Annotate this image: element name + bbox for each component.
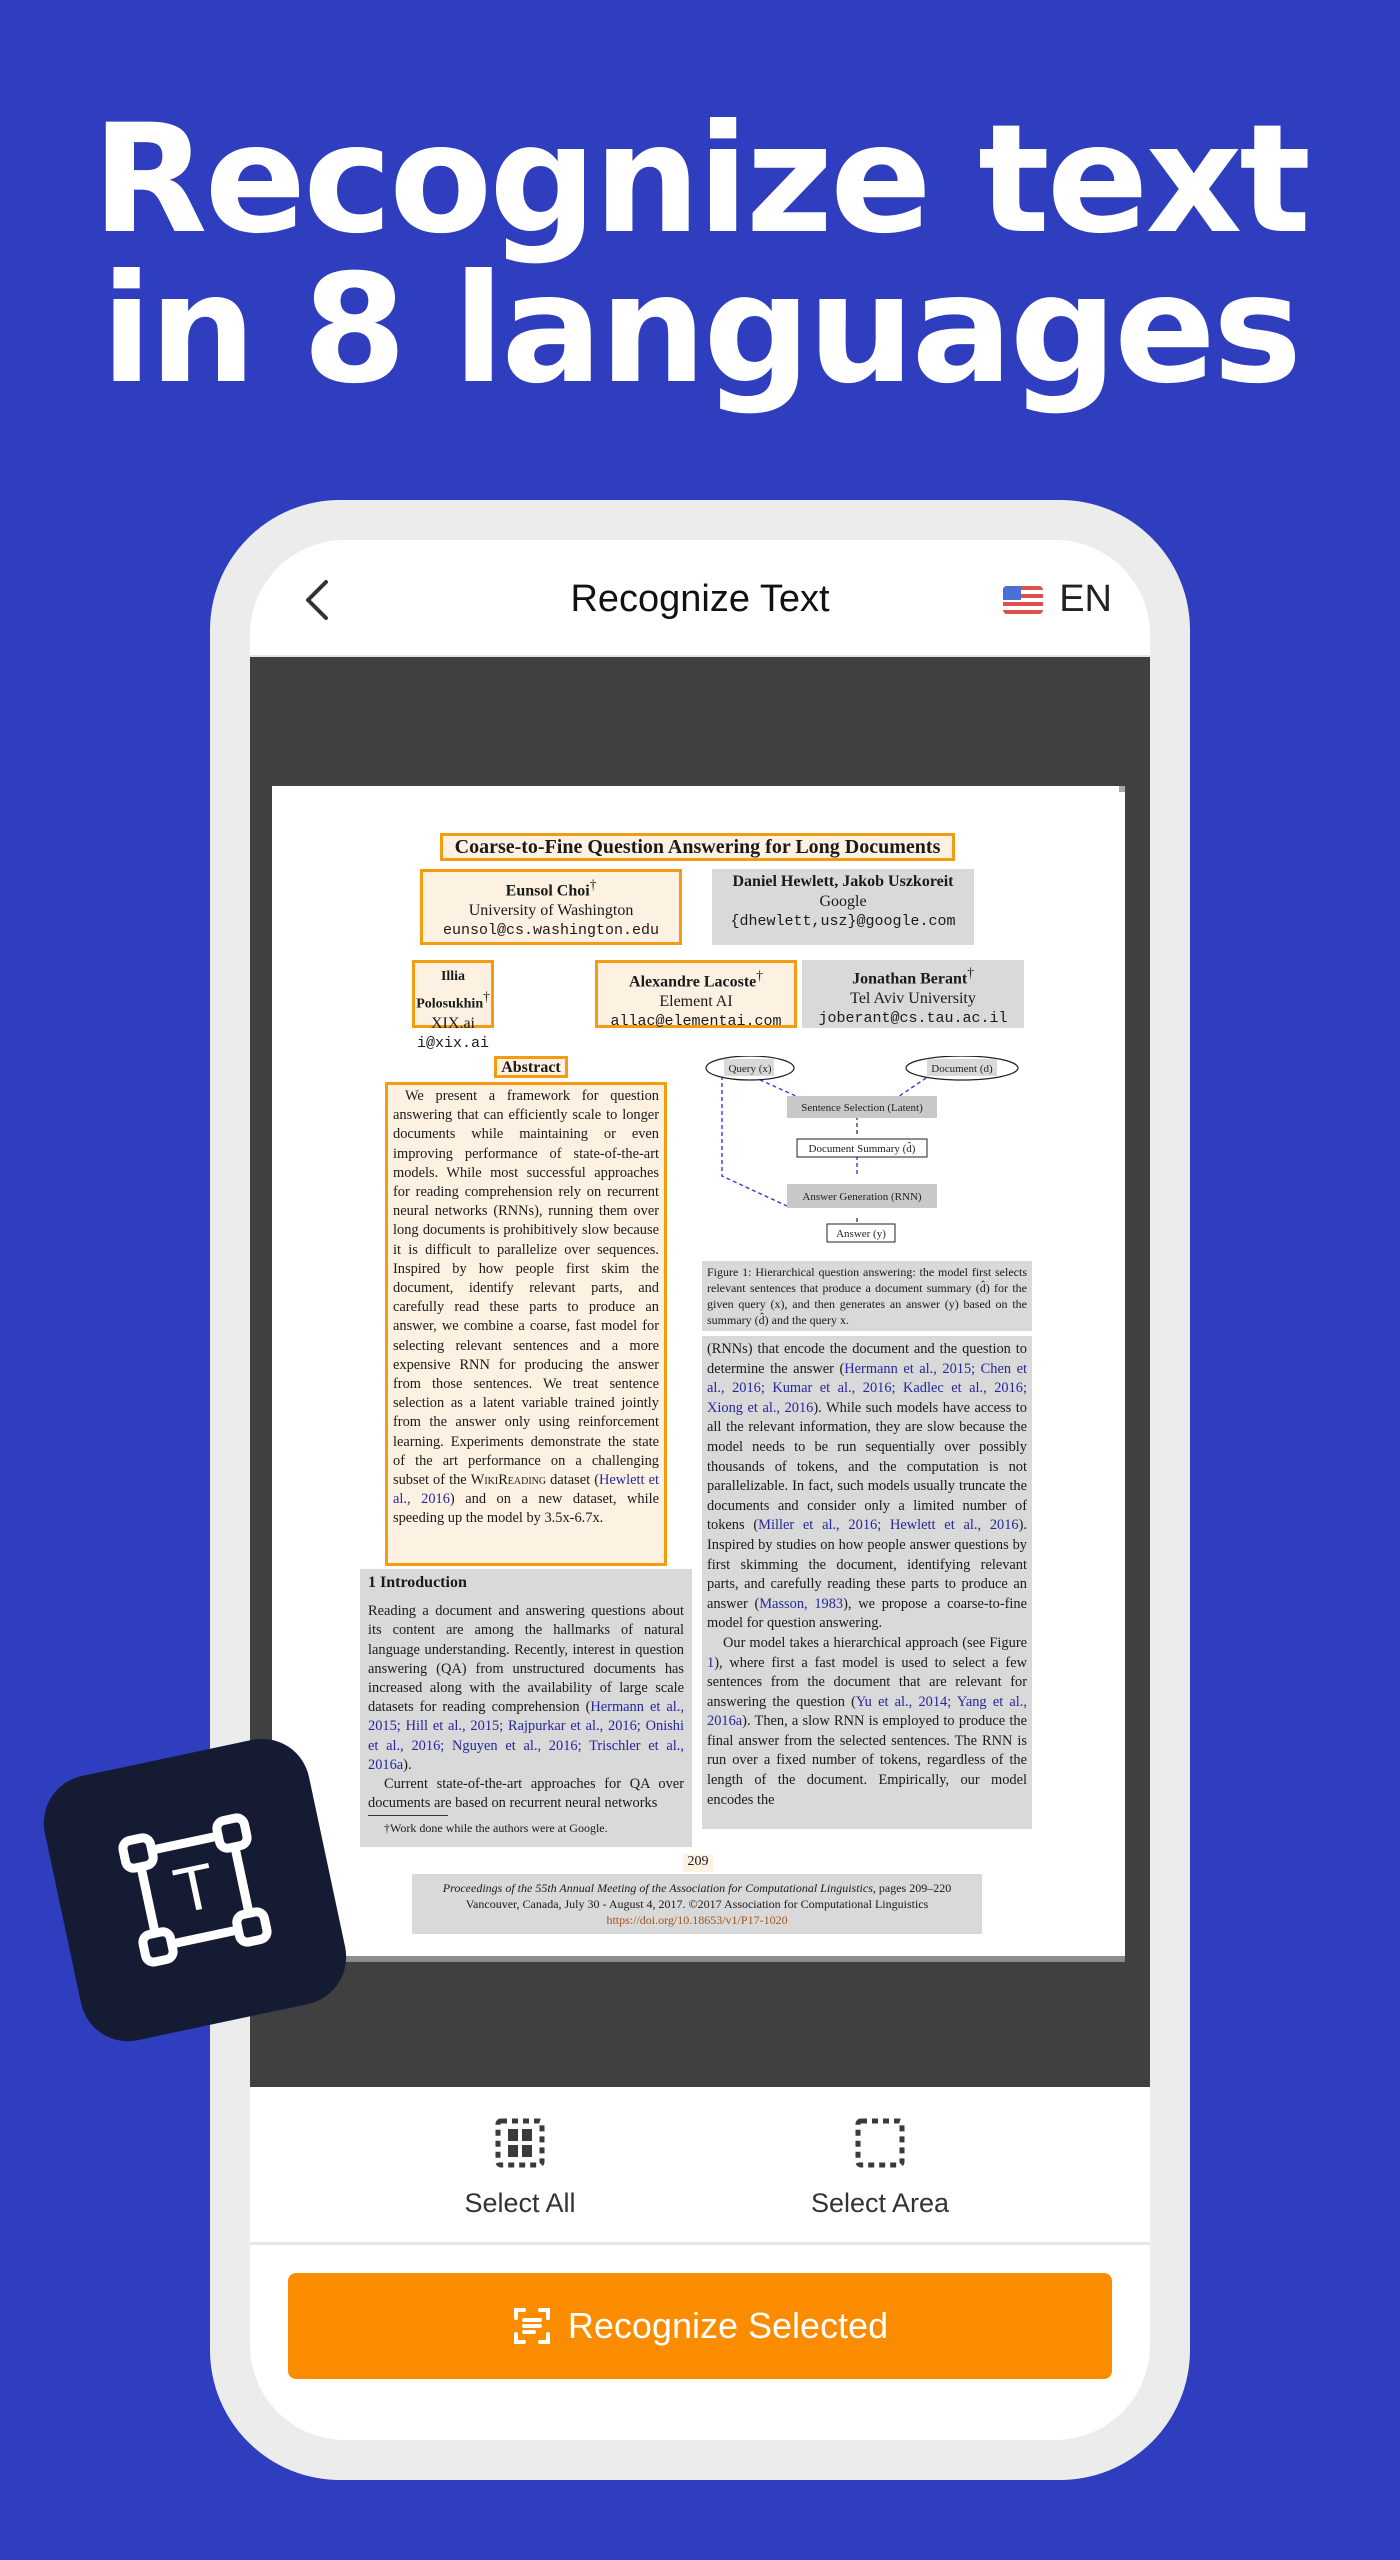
author-name: Eunsol Choi	[505, 882, 590, 900]
svg-text:Answer Generation (RNN): Answer Generation (RNN)	[802, 1191, 921, 1203]
text-block-author[interactable]: Alexandre Lacoste† Element AI allac@elem…	[595, 960, 797, 1030]
text-block-author[interactable]: Daniel Hewlett, Jakob Uszkoreit Google {…	[712, 869, 974, 945]
recognize-selected-label: Recognize Selected	[567, 2305, 889, 2346]
text-block-introduction[interactable]: 1 Introduction Reading a document and an…	[360, 1569, 692, 1847]
select-area-button[interactable]: Select Area	[760, 2117, 1000, 2219]
author-affiliation: Google	[819, 893, 867, 910]
recognize-selected-button[interactable]: Recognize Selected	[288, 2273, 1112, 2379]
text-select-icon: T	[118, 1813, 272, 1967]
language-code: EN	[1059, 578, 1112, 620]
author-mark: †	[967, 965, 974, 980]
author-mark: †	[756, 968, 763, 983]
language-selector[interactable]: EN	[1003, 578, 1112, 621]
figure-node-document: Document (d)	[905, 1056, 1019, 1081]
intro-text: ).	[403, 1756, 412, 1773]
author-name: Daniel Hewlett, Jakob Uszkoreit	[732, 873, 954, 890]
author-affiliation: Element AI	[659, 993, 733, 1011]
section-heading: 1 Introduction	[368, 1574, 467, 1591]
document-viewer[interactable]: Coarse-to-Fine Question Answering for Lo…	[250, 657, 1150, 2087]
text-block-author[interactable]: Eunsol Choi† University of Washington eu…	[420, 869, 682, 945]
us-flag-icon	[1003, 585, 1044, 614]
abstract-text: dataset (	[546, 1472, 599, 1489]
app-screen: Recognize Text EN Coarse-to-Fine Questio…	[250, 540, 1150, 2440]
proceedings-pages: , pages 209–220	[872, 1881, 952, 1895]
body-text: ). Then, a slow RNN is employed to produ…	[707, 1713, 1027, 1808]
dataset-name: WikiReading	[470, 1472, 547, 1489]
text-block-author[interactable]: Jonathan Berant† Tel Aviv University job…	[802, 960, 1024, 1028]
body-text: Our model takes a hierarchical approach …	[723, 1634, 1027, 1651]
author-affiliation: University of Washington	[468, 902, 634, 920]
author-affiliation: Tel Aviv University	[850, 990, 976, 1008]
author-name: Illia Polosukhin	[416, 969, 484, 1012]
author-affiliation: XIX.ai	[431, 1015, 475, 1033]
figure-node-answer: Answer (y)	[826, 1223, 896, 1243]
promo-headline: Recognize text in 8 languages	[0, 105, 1400, 405]
author-name: Alexandre Lacoste	[629, 973, 757, 991]
figure-node-generation: Answer Generation (RNN)	[787, 1184, 937, 1208]
headline-line-1: Recognize text	[92, 93, 1311, 267]
footnote: †Work done while the authors were at Goo…	[384, 1821, 608, 1836]
intro-text: Current state-of-the-art approaches for …	[368, 1776, 684, 1812]
figure-node-query: Query (x)	[705, 1056, 795, 1081]
svg-text:Sentence Selection (Latent): Sentence Selection (Latent)	[801, 1102, 923, 1114]
headline-line-2: in 8 languages	[100, 243, 1302, 417]
page-corner-handle	[1119, 786, 1125, 792]
select-area-icon	[855, 2118, 905, 2168]
select-all-label: Select All	[464, 2188, 576, 2218]
svg-text:Document Summary (d̂): Document Summary (d̂)	[809, 1141, 916, 1155]
text-block-figure-caption[interactable]: Figure 1: Hierarchical question answerin…	[702, 1261, 1032, 1331]
author-name: Jonathan Berant	[852, 970, 968, 988]
app-badge: T	[34, 1729, 356, 2051]
text-block-author[interactable]: Illia Polosukhin† XIX.ai i@xix.ai	[412, 960, 494, 1052]
author-email: i@xix.ai	[416, 1035, 489, 1053]
page-number[interactable]: 209	[683, 1854, 713, 1872]
author-email: allac@elementai.com	[610, 1013, 782, 1031]
author-mark: †	[483, 989, 490, 1004]
footnote-divider	[368, 1815, 448, 1817]
selection-toolbar: Select All Select Area	[250, 2087, 1150, 2245]
text-block-proceedings[interactable]: Proceedings of the 55th Annual Meeting o…	[412, 1874, 982, 1934]
document-page: Coarse-to-Fine Question Answering for Lo…	[272, 786, 1125, 1956]
text-block-right-column[interactable]: (RNNs) that encode the document and the …	[702, 1336, 1032, 1829]
svg-text:Query (x): Query (x)	[728, 1063, 771, 1075]
svg-text:T: T	[169, 1852, 221, 1928]
abstract-text: We present a framework for question answ…	[393, 1088, 659, 1489]
citation-link[interactable]: Masson, 1983	[759, 1596, 843, 1612]
figure-node-selection: Sentence Selection (Latent)	[787, 1096, 937, 1118]
navbar: Recognize Text EN	[250, 540, 1150, 657]
author-email: joberant@cs.tau.ac.il	[818, 1010, 1008, 1028]
text-block-title[interactable]: Coarse-to-Fine Question Answering for Lo…	[440, 833, 955, 861]
scan-text-icon	[513, 2308, 550, 2344]
proceedings-venue: Vancouver, Canada, July 30 - August 4, 2…	[465, 1897, 929, 1911]
select-area-label: Select Area	[810, 2188, 950, 2218]
select-all-button[interactable]: Select All	[400, 2117, 640, 2219]
body-text: ). While such models have access to all …	[707, 1399, 1027, 1534]
figure-diagram: Query (x) Document (d) Sentence Selectio…	[705, 1056, 1019, 1243]
proceedings-title: Proceedings of the 55th Annual Meeting o…	[442, 1881, 873, 1895]
figure-node-summary: Document Summary (d̂)	[796, 1138, 928, 1158]
svg-text:Answer (y): Answer (y)	[836, 1228, 886, 1240]
author-mark: †	[589, 877, 597, 892]
svg-text:Document (d): Document (d)	[931, 1063, 993, 1075]
author-email: eunsol@cs.washington.edu	[442, 922, 660, 940]
text-block-abstract-heading[interactable]: Abstract	[494, 1056, 568, 1078]
author-email: {dhewlett,usz}@google.com	[730, 913, 956, 930]
select-all-icon	[495, 2118, 545, 2168]
text-block-abstract[interactable]: We present a framework for question answ…	[385, 1082, 667, 1566]
citation-link[interactable]: Miller et al., 2016; Hewlett et al., 201…	[758, 1517, 1018, 1533]
doi-link[interactable]: https://doi.org/10.18653/v1/P17-1020	[412, 1912, 982, 1928]
